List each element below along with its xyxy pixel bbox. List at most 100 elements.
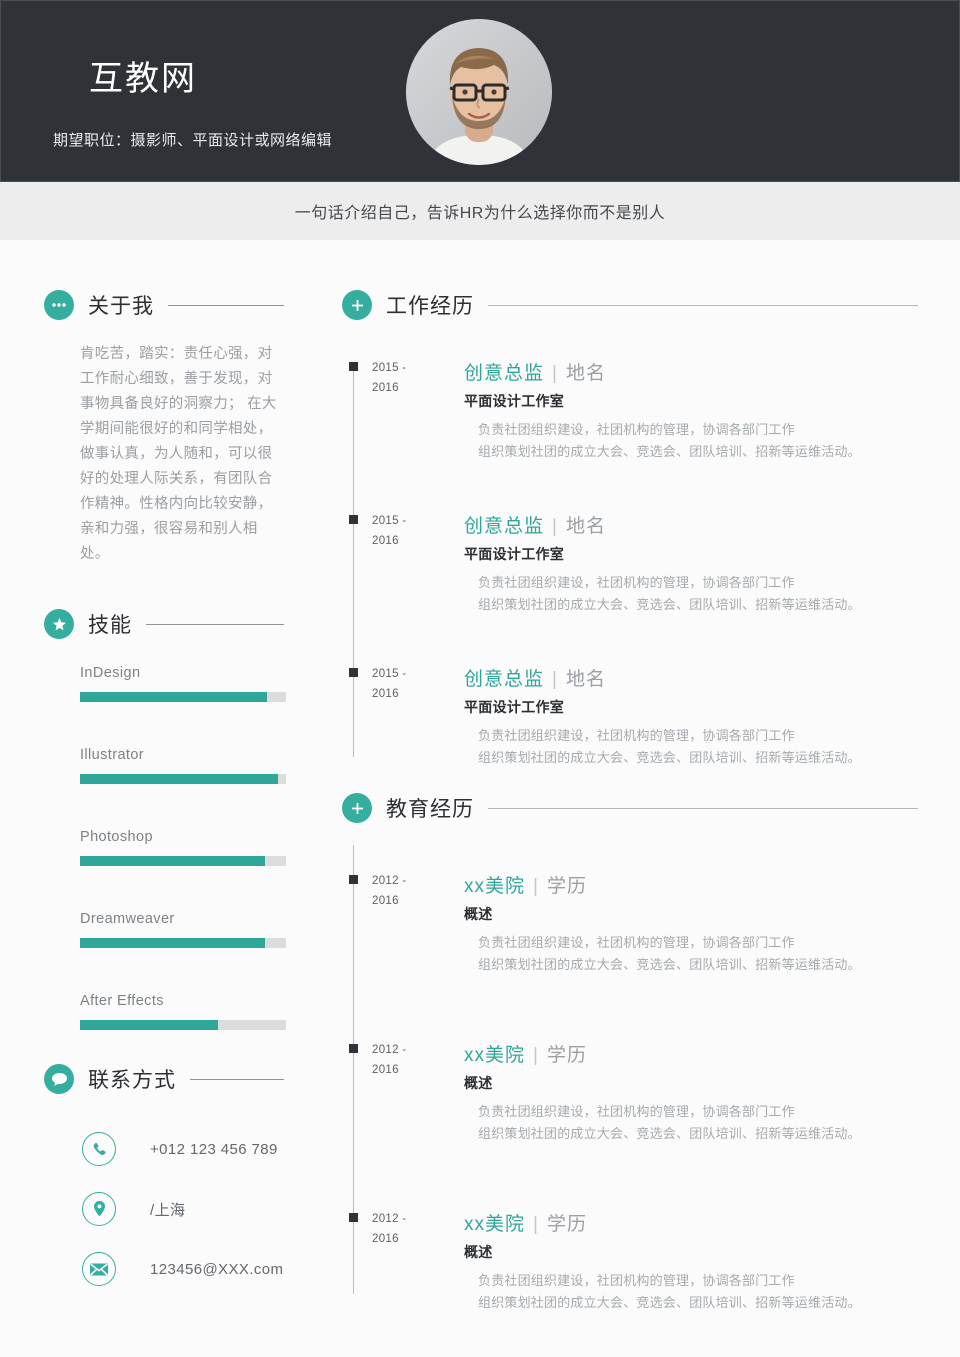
timeline-marker bbox=[349, 1213, 358, 1222]
chat-bubble-icon bbox=[44, 1064, 74, 1094]
desc-line-1: 负责社团组织建设，社团机构的管理，协调各部门工作 bbox=[478, 1273, 795, 1288]
entry-primary: xx美院 bbox=[464, 1045, 526, 1066]
skill-progress-track bbox=[80, 1020, 286, 1030]
skill-item: InDesign bbox=[80, 665, 286, 702]
about-text: 肯吃苦，踏实：责任心强，对工作耐心细致，善于发现，对事物具备良好的洞察力； 在大… bbox=[80, 346, 277, 562]
contact-row[interactable]: /上海 bbox=[82, 1192, 336, 1226]
date-from: 2015 - bbox=[372, 668, 407, 680]
entry-subtitle: 概述 bbox=[464, 1244, 493, 1260]
timeline-body: xx美院 | 学历概述负责社团组织建设，社团机构的管理，协调各部门工作组织策划社团的… bbox=[464, 1209, 960, 1314]
date-to: 2016 bbox=[372, 1064, 399, 1076]
skill-label: Illustrator bbox=[80, 747, 145, 763]
section-rule bbox=[190, 1078, 284, 1080]
timeline-entry: 2012 - 2016 xx美院 | 学历 概述 负责社团组织建设，社团机构的管理，协调各部… bbox=[336, 845, 960, 976]
entry-title: xx美院 | 学历 bbox=[464, 1040, 960, 1067]
desc-line-1: 负责社团组织建设，社团机构的管理，协调各部门工作 bbox=[478, 422, 795, 437]
entry-separator: | bbox=[533, 1214, 539, 1235]
page-title: 互教网 bbox=[89, 60, 197, 98]
timeline-date: 2012 - 2016 bbox=[372, 871, 464, 911]
skill-label: Dreamweaver bbox=[80, 911, 175, 927]
section-rule bbox=[488, 807, 918, 809]
left-column: 关于我 肯吃苦，踏实：责任心强，对工作耐心细致，善于发现，对事物具备良好的洞察力… bbox=[0, 240, 336, 1357]
entry-description: 负责社团组织建设，社团机构的管理，协调各部门工作组织策划社团的成立大会、竞选会、… bbox=[478, 725, 960, 769]
entry-secondary: 学历 bbox=[546, 1214, 587, 1235]
entry-primary: xx美院 bbox=[464, 1214, 526, 1235]
entry-secondary: 学历 bbox=[546, 1045, 587, 1066]
entry-description: 负责社团组织建设，社团机构的管理，协调各部门工作 组织策划社团的成立大会、竞选会、… bbox=[478, 419, 960, 463]
envelope-icon bbox=[82, 1252, 116, 1286]
entry-separator: | bbox=[533, 1045, 539, 1066]
timeline-entry: 2015 - 2016 创意总监 | 地名 平面设计工作室 负责社团组织建设，社团机构的管理… bbox=[336, 344, 960, 463]
plus-icon bbox=[342, 793, 372, 823]
entry-primary: 创意总监 bbox=[464, 669, 545, 690]
star-icon bbox=[44, 609, 74, 639]
entry-separator: | bbox=[533, 876, 539, 897]
work-timeline: 2015 -2016 创意总监 | 地名 平面设计工作室 负责社团组织建设，社团机构的管理… bbox=[336, 344, 960, 769]
tagline-banner: 一句话介绍自己，告诉HR为什么选择你而不是别人 bbox=[0, 182, 960, 240]
entry-separator: | bbox=[552, 516, 558, 537]
desired-position-label: 期望职位：摄影师、平面设计或网络编辑 bbox=[53, 132, 333, 149]
entry-title: 创意总监 | 地名 bbox=[464, 511, 960, 538]
skill-progress-fill bbox=[80, 692, 268, 702]
section-header-contact: 联系方式 bbox=[44, 1064, 336, 1094]
timeline-entry: 2012 - 2016 xx美院 | 学历概述负责社团组织建设，社团机构的管理，协调各部… bbox=[336, 1014, 960, 1145]
date-to: 2016 bbox=[372, 895, 399, 907]
date-from: 2015 - bbox=[372, 362, 407, 374]
right-column: 工作经历 2015 -2016 创意总监 | 地名 平面设计工作室 负责社团组织建设，社团… bbox=[336, 240, 960, 1357]
section-title-education: 教育经历 bbox=[386, 798, 474, 821]
entry-secondary: 地名 bbox=[565, 669, 606, 690]
entry-description: 负责社团组织建设，社团机构的管理，协调各部门工作组织策划社团的成立大会、竞选会、… bbox=[478, 1270, 960, 1314]
entry-subtitle: 概述 bbox=[464, 1075, 493, 1091]
timeline-entry: 2015 - 2016 创意总监 | 地名 平面设计工作室 负责社团组织建设，社团机构的管理… bbox=[336, 650, 960, 769]
contact-row[interactable]: +012 123 456 789 bbox=[82, 1132, 336, 1166]
skills-list: InDesign Illustrator Photoshop Dreamweaver A… bbox=[0, 665, 336, 1030]
timeline-marker bbox=[349, 875, 358, 884]
section-title-contact: 联系方式 bbox=[88, 1069, 176, 1092]
section-title-work: 工作经历 bbox=[386, 295, 474, 318]
entry-subtitle: 平面设计工作室 bbox=[464, 699, 565, 715]
avatar bbox=[406, 19, 552, 165]
timeline-marker bbox=[349, 668, 358, 677]
desc-line-2: 组织策划社团的成立大会、竞选会、团队培训、招新等运维活动。 bbox=[478, 750, 861, 765]
desc-line-1: 负责社团组织建设，社团机构的管理，协调各部门工作 bbox=[478, 728, 795, 743]
resume-header: 互教网 期望职位：摄影师、平面设计或网络编辑 bbox=[0, 0, 960, 182]
contact-list: +012 123 456 789/上海 123456@XXX.com bbox=[0, 1132, 336, 1286]
skill-label: After Effects bbox=[80, 993, 164, 1009]
section-header-work: 工作经历 bbox=[342, 290, 960, 320]
skill-item: Dreamweaver bbox=[80, 911, 286, 948]
skill-item: Illustrator bbox=[80, 747, 286, 784]
phone-icon bbox=[82, 1132, 116, 1166]
timeline-body: 创意总监 | 地名 平面设计工作室 负责社团组织建设，社团机构的管理，协调各部门工作 组织… bbox=[464, 664, 960, 769]
desc-line-1: 负责社团组织建设，社团机构的管理，协调各部门工作 bbox=[478, 1104, 795, 1119]
date-from: 2012 - bbox=[372, 1044, 407, 1056]
date-from: 2012 - bbox=[372, 1213, 407, 1225]
date-to: 2016 bbox=[372, 1233, 399, 1245]
skill-label: InDesign bbox=[80, 665, 141, 681]
plus-icon bbox=[342, 290, 372, 320]
contact-row[interactable]: 123456@XXX.com bbox=[82, 1252, 336, 1286]
section-title-skills: 技能 bbox=[88, 614, 132, 637]
timeline-marker bbox=[349, 362, 358, 371]
date-from: 2012 - bbox=[372, 875, 407, 887]
timeline-body: 创意总监 | 地名 平面设计工作室 负责社团组织建设，社团机构的管理，协调各部门工作 组织… bbox=[464, 358, 960, 463]
entry-secondary: 地名 bbox=[565, 363, 606, 384]
section-rule bbox=[488, 304, 918, 306]
skill-progress-track bbox=[80, 938, 286, 948]
skill-progress-fill bbox=[80, 856, 266, 866]
skill-progress-fill bbox=[80, 938, 266, 948]
section-rule bbox=[168, 304, 284, 306]
desc-line-1: 负责社团组织建设，社团机构的管理，协调各部门工作 bbox=[478, 935, 795, 950]
contact-value: 123456@XXX.com bbox=[150, 1260, 284, 1278]
timeline-date: 2012 - 2016 bbox=[372, 1040, 464, 1080]
timeline-body: xx美院 | 学历 概述 负责社团组织建设，社团机构的管理，协调各部门工作 组织策划社团的… bbox=[464, 871, 960, 976]
desc-line-2: 组织策划社团的成立大会、竞选会、团队培训、招新等运维活动。 bbox=[478, 957, 861, 972]
ellipsis-icon bbox=[44, 290, 74, 320]
timeline-body: 创意总监 | 地名 平面设计工作室 负责社团组织建设，社团机构的管理，协调各部门工作 组织… bbox=[464, 511, 960, 616]
skill-label: Photoshop bbox=[80, 829, 153, 845]
entry-subtitle: 概述 bbox=[464, 906, 493, 922]
desc-line-2: 组织策划社团的成立大会、竞选会、团队培训、招新等运维活动。 bbox=[478, 1295, 861, 1310]
timeline-date: 2012 - 2016 bbox=[372, 1209, 464, 1249]
resume-body: 关于我 肯吃苦，踏实：责任心强，对工作耐心细致，善于发现，对事物具备良好的洞察力… bbox=[0, 240, 960, 1357]
entry-primary: 创意总监 bbox=[464, 516, 545, 537]
desc-line-2: 组织策划社团的成立大会、竞选会、团队培训、招新等运维活动。 bbox=[478, 597, 861, 612]
